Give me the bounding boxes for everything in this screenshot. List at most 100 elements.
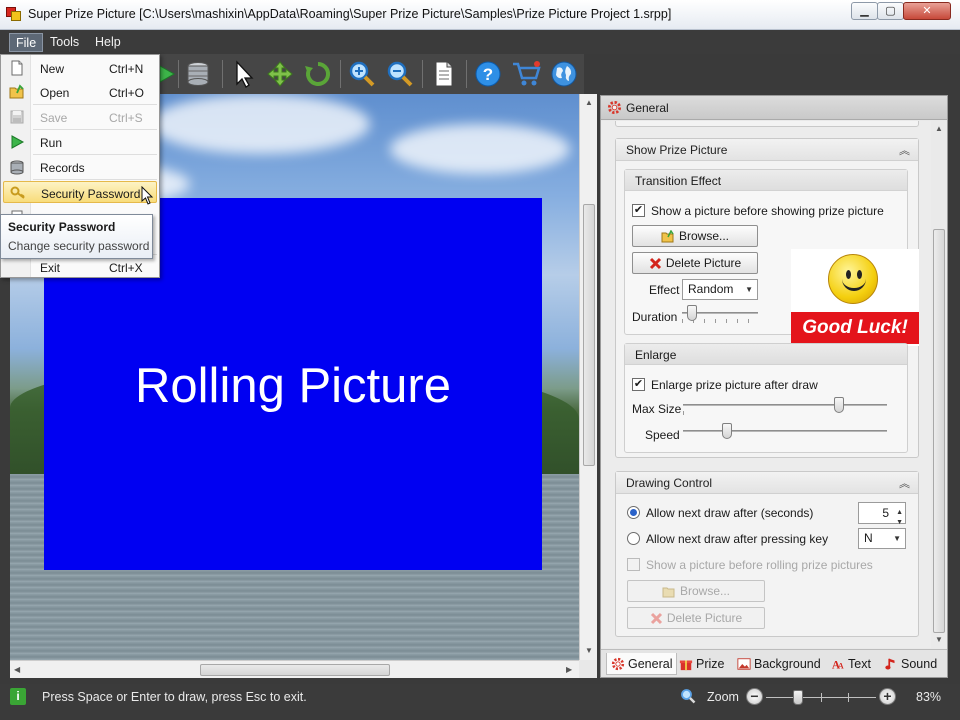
toolbar-separator bbox=[222, 60, 223, 88]
menu-item-run[interactable]: Run bbox=[3, 131, 157, 153]
browse-button[interactable]: Browse... bbox=[632, 225, 758, 247]
tab-general[interactable]: General bbox=[606, 653, 678, 675]
help-icon[interactable]: ? bbox=[472, 58, 504, 90]
enlarge-checkbox[interactable]: ✔ bbox=[632, 378, 645, 391]
tab-prize[interactable]: Prize bbox=[675, 653, 728, 675]
menu-item-exit[interactable]: Exit Ctrl+X bbox=[3, 256, 157, 278]
music-note-icon bbox=[885, 658, 895, 670]
move-icon[interactable] bbox=[264, 58, 296, 90]
show-before-label: Show a picture before showing prize pict… bbox=[651, 204, 884, 218]
zoom-in-button[interactable]: + bbox=[879, 688, 896, 705]
svg-text:A: A bbox=[838, 661, 844, 670]
scroll-left-icon[interactable]: ◀ bbox=[14, 665, 20, 674]
show-before-checkbox[interactable]: ✔ bbox=[632, 204, 645, 217]
panel-tab-bar: General Prize Background AA Text Sound bbox=[601, 649, 947, 677]
menu-tools[interactable]: Tools bbox=[44, 33, 85, 52]
duration-slider[interactable] bbox=[682, 305, 758, 325]
scroll-thumb[interactable] bbox=[200, 664, 390, 676]
panel-vertical-scrollbar[interactable]: ▲ ▼ bbox=[931, 121, 947, 648]
group-title: Show Prize Picture bbox=[626, 143, 728, 157]
menu-item-label: Exit bbox=[40, 261, 61, 275]
tab-background[interactable]: Background bbox=[733, 653, 825, 675]
canvas-horizontal-scrollbar[interactable]: ◀ ▶ bbox=[10, 660, 579, 678]
tab-label: Prize bbox=[696, 657, 725, 671]
subgroup-title: Transition Effect bbox=[635, 174, 722, 188]
slider-thumb[interactable] bbox=[834, 397, 844, 413]
menu-item-shortcut: Ctrl+N bbox=[109, 62, 144, 76]
run-play-icon bbox=[11, 135, 25, 149]
menu-item-save[interactable]: Save Ctrl+S bbox=[3, 106, 157, 128]
allow-after-seconds-radio[interactable] bbox=[627, 506, 640, 519]
records-database-icon bbox=[10, 160, 24, 175]
minimize-button[interactable]: ▁ bbox=[851, 2, 878, 20]
scroll-right-icon[interactable]: ▶ bbox=[566, 665, 572, 674]
menu-item-new[interactable]: New Ctrl+N bbox=[3, 57, 157, 79]
zoom-magnifier-icon bbox=[681, 689, 696, 704]
toolbar-separator bbox=[422, 60, 423, 88]
shopping-cart-icon[interactable] bbox=[510, 58, 542, 90]
browse-label: Browse... bbox=[679, 584, 730, 598]
dropdown-arrow-icon: ▼ bbox=[745, 285, 753, 294]
maximize-button[interactable]: ▢ bbox=[877, 2, 904, 20]
panel-title: General bbox=[626, 101, 669, 115]
rolling-browse-button[interactable]: Browse... bbox=[627, 580, 765, 602]
group-header: Drawing Control ︽ bbox=[616, 472, 918, 494]
tab-label: Background bbox=[754, 657, 821, 671]
status-message: Press Space or Enter to draw, press Esc … bbox=[42, 690, 307, 704]
max-size-slider[interactable] bbox=[683, 397, 887, 417]
open-folder-icon bbox=[9, 84, 24, 99]
open-folder-icon bbox=[661, 229, 674, 242]
speed-slider[interactable] bbox=[683, 423, 887, 443]
effect-select[interactable]: Random ▼ bbox=[682, 279, 758, 300]
page-icon[interactable] bbox=[428, 58, 460, 90]
dropdown-arrow-icon: ▼ bbox=[893, 534, 901, 543]
show-before-rolling-checkbox[interactable] bbox=[627, 558, 640, 571]
canvas-vertical-scrollbar[interactable]: ▲ ▼ bbox=[579, 94, 597, 660]
enlarge-group: Enlarge ✔ Enlarge prize picture after dr… bbox=[624, 343, 908, 453]
scroll-thumb[interactable] bbox=[583, 204, 595, 466]
slider-thumb[interactable] bbox=[722, 423, 732, 439]
rotate-icon[interactable] bbox=[302, 58, 334, 90]
menu-item-shortcut: Ctrl+O bbox=[109, 86, 145, 100]
max-size-label: Max Size bbox=[632, 402, 682, 416]
app-logo-icon bbox=[6, 7, 22, 21]
toolbar-separator bbox=[178, 60, 179, 88]
menu-item-open[interactable]: Open Ctrl+O bbox=[3, 81, 157, 103]
rolling-delete-picture-button[interactable]: Delete Picture bbox=[627, 607, 765, 629]
zoom-out-icon[interactable] bbox=[384, 58, 416, 90]
menu-file[interactable]: File bbox=[9, 33, 44, 52]
slider-thumb[interactable] bbox=[793, 690, 803, 705]
scroll-thumb[interactable] bbox=[933, 229, 945, 633]
zoom-label: Zoom bbox=[707, 690, 739, 704]
subgroup-header: Enlarge bbox=[625, 344, 907, 365]
menu-item-security-password[interactable]: Security Password bbox=[3, 181, 157, 205]
scroll-up-icon[interactable]: ▲ bbox=[935, 124, 943, 133]
zoom-in-icon[interactable] bbox=[346, 58, 378, 90]
collapse-chevron-icon[interactable]: ︽ bbox=[899, 142, 910, 158]
tab-text[interactable]: AA Text bbox=[827, 653, 875, 675]
open-folder-icon bbox=[662, 587, 675, 597]
zoom-out-button[interactable]: − bbox=[746, 688, 763, 705]
tab-sound[interactable]: Sound bbox=[880, 653, 941, 675]
allow-after-key-radio[interactable] bbox=[627, 532, 640, 545]
tooltip-description: Change security password bbox=[8, 239, 150, 253]
collapse-chevron-icon[interactable]: ︽ bbox=[899, 475, 910, 491]
seconds-spinner[interactable]: 5 ▲ ▼ bbox=[858, 502, 906, 526]
menu-separator bbox=[33, 154, 157, 155]
menu-help[interactable]: Help bbox=[89, 33, 127, 52]
records-database-icon[interactable] bbox=[182, 58, 214, 90]
slider-thumb[interactable] bbox=[687, 305, 697, 321]
pointer-select-icon[interactable] bbox=[228, 58, 260, 90]
properties-panel: General Show Prize Picture ︽ Transition … bbox=[600, 95, 948, 678]
scroll-up-icon[interactable]: ▲ bbox=[585, 98, 593, 107]
menu-bar: File Tools Help bbox=[0, 30, 960, 54]
delete-picture-button[interactable]: Delete Picture bbox=[632, 252, 758, 274]
menu-item-records[interactable]: Records bbox=[3, 156, 157, 178]
key-select[interactable]: N ▼ bbox=[858, 528, 906, 549]
zoom-slider[interactable] bbox=[766, 690, 876, 706]
zoom-value: 83% bbox=[916, 690, 942, 704]
web-globe-icon[interactable] bbox=[548, 58, 580, 90]
scroll-down-icon[interactable]: ▼ bbox=[585, 646, 593, 655]
scroll-down-icon[interactable]: ▼ bbox=[935, 635, 943, 644]
close-button[interactable]: ✕ bbox=[903, 2, 951, 20]
